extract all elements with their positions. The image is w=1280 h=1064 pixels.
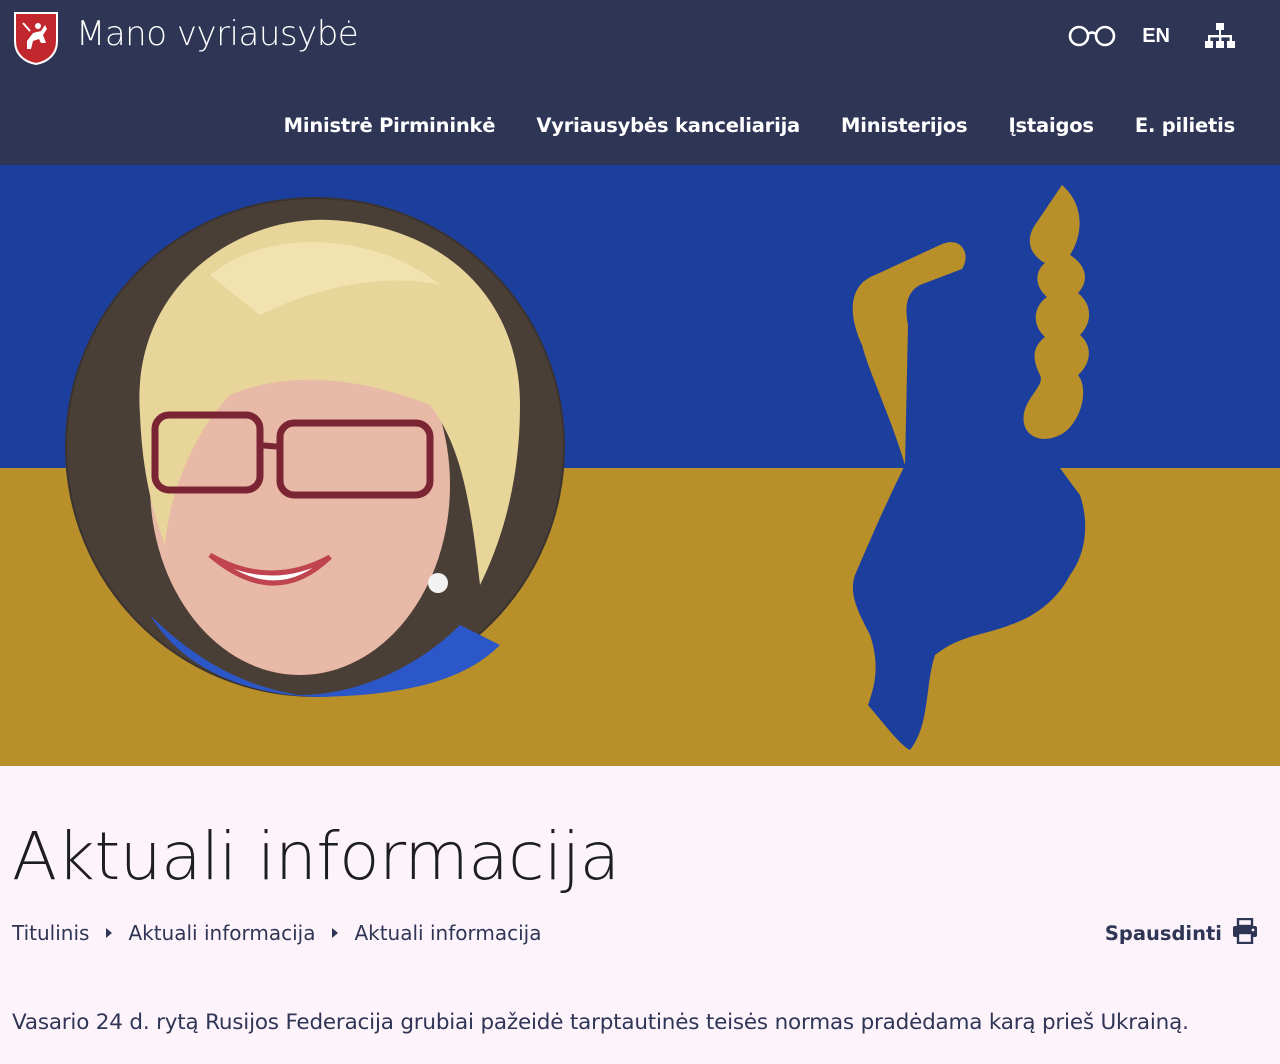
nav-item-ministries[interactable]: Ministerijos: [841, 114, 968, 137]
language-switch[interactable]: EN: [1142, 18, 1170, 54]
hero-banner: [0, 165, 1280, 766]
print-label: Spausdinti: [1104, 921, 1222, 945]
ukraine-flag-banner: [0, 165, 1280, 766]
glasses-icon[interactable]: [1066, 18, 1118, 54]
breadcrumb-item-home[interactable]: Titulinis: [12, 921, 89, 945]
sitemap-icon[interactable]: [1204, 18, 1236, 54]
portrait-photo: [65, 197, 565, 697]
site-header: Mano vyriausybė EN Ministrė Pirmininkė V…: [0, 0, 1280, 165]
nav-item-e-citizen[interactable]: E. pilietis: [1135, 114, 1235, 137]
lead-paragraph: Vasario 24 d. rytą Rusijos Federacija gr…: [12, 1010, 1189, 1035]
nav-item-institutions[interactable]: Įstaigos: [1008, 114, 1094, 137]
page-title: Aktuali informacija: [12, 818, 620, 895]
nav-item-prime-minister[interactable]: Ministrė Pirmininkė: [284, 114, 496, 137]
main-navigation: Ministrė Pirmininkė Vyriausybės kancelia…: [243, 114, 1236, 137]
printer-icon: [1232, 917, 1258, 948]
breadcrumb-separator-icon: [106, 928, 113, 938]
header-tools: EN: [1066, 18, 1236, 54]
breadcrumb-item-current-info[interactable]: Aktuali informacija: [128, 921, 315, 945]
lithuania-coat-of-arms-icon[interactable]: [13, 11, 59, 66]
breadcrumb-separator-icon: [332, 928, 339, 938]
breadcrumb-item-current-page: Aktuali informacija: [354, 921, 542, 945]
print-button[interactable]: Spausdinti: [1104, 917, 1258, 948]
breadcrumb: Titulinis Aktuali informacija Aktuali in…: [12, 921, 541, 945]
site-title[interactable]: Mano vyriausybė: [76, 14, 359, 54]
nav-item-government-office[interactable]: Vyriausybės kanceliarija: [536, 114, 800, 137]
